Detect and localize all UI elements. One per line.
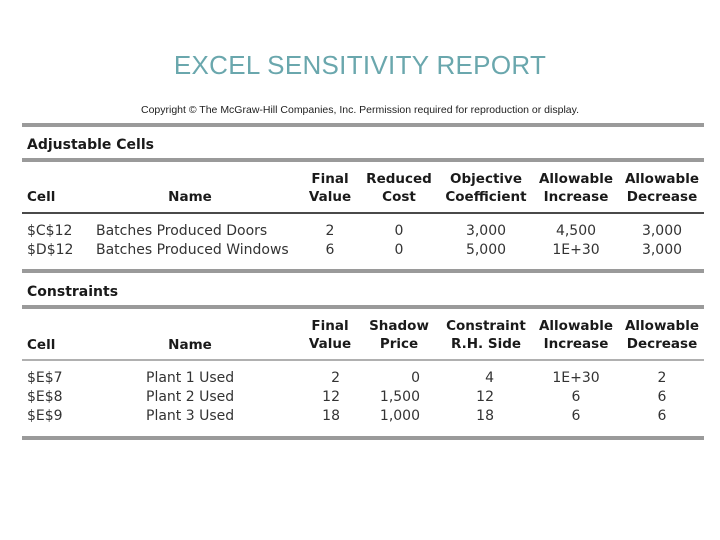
divider-bottom (22, 436, 704, 440)
header-objective-coefficient: Objective Coefficient (445, 171, 527, 205)
divider-constraints-header (22, 305, 704, 309)
cell-allowable-increase: 4,500 (555, 223, 597, 239)
header-final-value: Final Value (308, 318, 352, 352)
cell-final-value: 18 (322, 408, 340, 424)
cell-final-value: 6 (325, 242, 335, 258)
cell-ref: $E$9 (27, 408, 63, 424)
table-row: $E$9 Plant 3 Used 18 1,000 18 6 6 (0, 407, 720, 426)
cell-reduced-cost: 0 (394, 242, 404, 258)
header-cell: Cell (27, 189, 56, 205)
cell-constraint-rhs: 12 (476, 389, 494, 405)
cell-shadow-price: 1,500 (379, 389, 420, 405)
cell-constraint-rhs: 18 (476, 408, 494, 424)
cell-ref: $E$7 (27, 370, 63, 386)
cell-allowable-decrease: 6 (657, 408, 667, 424)
table-row: $E$7 Plant 1 Used 2 0 4 1E+30 2 (0, 369, 720, 388)
divider-constraints-body (22, 359, 704, 361)
cell-allowable-increase: 1E+30 (552, 370, 600, 386)
divider-top (22, 123, 704, 127)
header-name: Name (168, 337, 212, 353)
cell-allowable-increase: 1E+30 (552, 242, 600, 258)
header-allowable-increase: Allowable Increase (538, 171, 613, 205)
cell-final-value: 2 (325, 223, 335, 239)
divider-adjustable-body (22, 212, 704, 214)
copyright-notice: Copyright © The McGraw-Hill Companies, I… (140, 104, 580, 116)
header-constraint-rhs: Constraint R.H. Side (446, 318, 526, 352)
header-shadow-price: Shadow Price (369, 318, 429, 352)
cell-allowable-decrease: 2 (657, 370, 667, 386)
cell-ref: $C$12 (27, 223, 73, 239)
section-title-adjustable: Adjustable Cells (27, 137, 154, 153)
cell-final-value: 2 (331, 370, 340, 386)
header-allowable-increase: Allowable Increase (538, 318, 613, 352)
header-allowable-decrease: Allowable Decrease (624, 318, 699, 352)
cell-reduced-cost: 0 (394, 223, 404, 239)
cell-allowable-decrease: 6 (657, 389, 667, 405)
header-reduced-cost: Reduced Cost (366, 171, 432, 205)
cell-allowable-increase: 6 (571, 389, 581, 405)
cell-objective-coefficient: 3,000 (465, 223, 507, 239)
cell-name: Plant 1 Used (146, 370, 235, 386)
cell-final-value: 12 (322, 389, 340, 405)
cell-ref: $D$12 (27, 242, 74, 258)
cell-shadow-price: 1,000 (379, 408, 420, 424)
cell-name: Plant 2 Used (146, 389, 235, 405)
table-row: $C$12 Batches Produced Doors 2 0 3,000 4… (0, 222, 720, 241)
header-cell: Cell (27, 337, 56, 353)
cell-name: Plant 3 Used (146, 408, 235, 424)
cell-allowable-decrease: 3,000 (641, 223, 683, 239)
header-allowable-decrease: Allowable Decrease (624, 171, 699, 205)
divider-adjustable-header (22, 158, 704, 162)
cell-name: Batches Produced Doors (96, 223, 268, 239)
cell-shadow-price: 0 (411, 370, 420, 386)
cell-allowable-increase: 6 (571, 408, 581, 424)
header-name: Name (168, 189, 212, 205)
header-final-value: Final Value (308, 171, 352, 205)
page-title: EXCEL SENSITIVITY REPORT (173, 50, 547, 80)
cell-name: Batches Produced Windows (96, 242, 289, 258)
table-row: $D$12 Batches Produced Windows 6 0 5,000… (0, 241, 720, 260)
cell-objective-coefficient: 5,000 (465, 242, 507, 258)
divider-constraints-top (22, 269, 704, 273)
section-title-constraints: Constraints (27, 284, 119, 300)
cell-allowable-decrease: 3,000 (641, 242, 683, 258)
table-row: $E$8 Plant 2 Used 12 1,500 12 6 6 (0, 388, 720, 407)
cell-ref: $E$8 (27, 389, 63, 405)
cell-constraint-rhs: 4 (485, 370, 494, 386)
